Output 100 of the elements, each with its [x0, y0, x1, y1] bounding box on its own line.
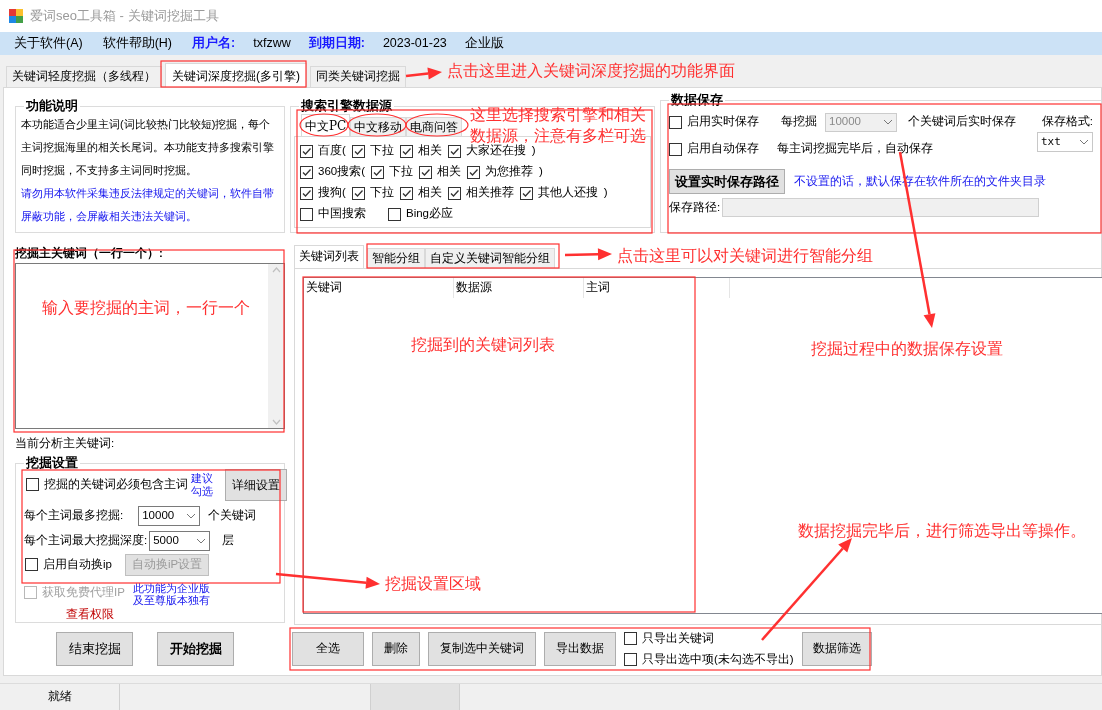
group-title: 功能说明	[24, 98, 80, 114]
column-header[interactable]: 数据源	[454, 278, 584, 298]
menu-item[interactable]: 关于软件(A)	[14, 34, 83, 53]
checkbox[interactable]	[467, 165, 481, 179]
checkbox-label: 挖掘的关键词必须包含主词	[44, 477, 188, 493]
checkbox-label: 相关推荐	[465, 185, 514, 201]
checkbox[interactable]	[300, 144, 313, 158]
unit-label: 层	[222, 533, 235, 549]
field-label: 每主词挖掘完毕后，自动保存	[777, 141, 933, 157]
tab[interactable]: 关键词列表	[294, 245, 364, 268]
checkbox[interactable]	[669, 142, 682, 156]
link[interactable]: 查看权限	[66, 606, 114, 622]
column-header[interactable]: 主词	[584, 278, 730, 298]
checkbox-label: 相关	[417, 185, 442, 201]
checkbox-label: 获取免费代理IP	[42, 585, 125, 600]
bracket-text: )	[603, 185, 608, 201]
checkbox-label: 下拉	[369, 143, 394, 159]
button[interactable]: 设置实时保存路径	[669, 169, 785, 194]
checkbox[interactable]	[371, 165, 385, 179]
annotation-text: 挖掘过程中的数据保存设置	[811, 339, 1003, 359]
field-label: 每个主词最多挖掘:	[24, 508, 124, 524]
field-label: 挖掘主关键词（一行一个）:	[15, 245, 164, 261]
app-icon	[8, 8, 24, 24]
menu-item[interactable]: 软件帮助(H)	[102, 34, 173, 53]
annotation-text: 这里选择搜索引擎和相关数据源，注意有多栏可选	[470, 105, 647, 145]
checkbox[interactable]	[399, 144, 413, 158]
checkbox-label: 相关	[417, 143, 442, 159]
field-label: 每个主词最大挖掘深度:	[24, 533, 148, 549]
tab[interactable]: 智能分组	[367, 248, 425, 268]
bracket-text: )	[531, 143, 536, 159]
checkbox-label: 其他人还搜	[537, 185, 598, 201]
checkbox-label: 启用自动换ip	[43, 556, 112, 572]
chevron-icon	[883, 119, 893, 125]
dropdown[interactable]: 10000	[138, 505, 201, 526]
field-label: 每挖掘	[781, 114, 817, 130]
annotation-text: 挖掘设置区域	[385, 574, 481, 594]
checkbox[interactable]	[26, 478, 39, 492]
annotation-text: 点击这里可以对关键词进行智能分组	[617, 246, 873, 266]
annotation-ellipse	[347, 113, 407, 137]
button[interactable]: 结束挖掘	[56, 632, 133, 666]
checkbox[interactable]	[669, 115, 682, 129]
checkbox[interactable]	[519, 186, 533, 200]
checkbox-label: 下拉	[369, 185, 394, 201]
tab[interactable]: 同类关键词挖掘	[310, 66, 406, 87]
field-value: txfzww	[253, 35, 291, 53]
checkbox[interactable]	[419, 165, 433, 179]
annotation-ellipse	[405, 113, 469, 137]
status-text: 就绪	[0, 684, 120, 710]
checkbox[interactable]	[300, 165, 313, 179]
chevron-icon	[186, 512, 197, 519]
window-title: 爱词seo工具箱 - 关键词挖掘工具	[30, 7, 219, 26]
dropdown[interactable]: 5000	[149, 530, 211, 551]
annotation-text: 数据挖掘完毕后，进行筛选导出等操作。	[798, 521, 1086, 541]
button[interactable]: 详细设置	[225, 468, 287, 501]
button[interactable]: 全选	[292, 632, 364, 666]
checkbox[interactable]	[447, 144, 461, 158]
button[interactable]: 复制选中关键词	[428, 632, 536, 666]
checkbox[interactable]	[624, 652, 637, 666]
checkbox[interactable]	[388, 207, 401, 221]
button[interactable]: 开始挖掘	[157, 632, 234, 666]
checkbox[interactable]	[351, 186, 365, 200]
checkbox-label: 启用实时保存	[687, 114, 759, 130]
dropdown[interactable]: txt	[1037, 132, 1093, 152]
checkbox-label: 搜狗(	[318, 185, 346, 201]
field-label: 当前分析主关键词:	[15, 436, 116, 451]
bracket-text: )	[539, 164, 543, 180]
edition-label: 企业版	[464, 35, 504, 53]
column-header[interactable]: 关键词	[304, 278, 454, 298]
annotation-arrow	[564, 248, 612, 261]
tab[interactable]: 自定义关键词智能分组	[425, 248, 555, 268]
checkbox-label: 只导出选中项(未勾选不导出)	[642, 651, 794, 667]
checkbox-label: 启用自动保存	[687, 141, 759, 157]
button[interactable]: 导出数据	[544, 632, 616, 666]
checkbox[interactable]	[399, 186, 413, 200]
annotation-arrow	[405, 67, 442, 80]
field-label: 保存格式:	[1041, 114, 1093, 130]
field-label: 用户名:	[192, 35, 236, 53]
button[interactable]: 删除	[372, 632, 420, 666]
checkbox[interactable]	[300, 186, 313, 200]
input-field[interactable]	[722, 198, 1040, 217]
field-label: 个关键词后实时保存	[908, 114, 1016, 130]
button[interactable]: 数据筛选	[801, 632, 872, 666]
tab[interactable]: 关键词轻度挖掘（多线程）	[6, 66, 162, 87]
checkbox[interactable]	[300, 207, 313, 221]
checkbox-label: 百度(	[318, 143, 346, 159]
unit-label: 个关键词	[208, 508, 257, 524]
checkbox[interactable]	[447, 186, 461, 200]
annotation-text: 点击这里进入关键词深度挖掘的功能界面	[447, 61, 735, 81]
checkbox-label: 相关	[437, 164, 462, 180]
checkbox-label: 下拉	[389, 164, 414, 180]
annotation-text: 挖掘到的关键词列表	[411, 335, 555, 355]
checkbox-label: 只导出关键词	[642, 631, 714, 647]
description-text: 本功能适合少里主词(词比较热门比较短)挖掘，每个主词挖掘海里的相关长尾词。本功能支持多搜索引擎同时挖掘，不支持多主词同时挖掘。	[21, 117, 275, 178]
checkbox[interactable]	[624, 632, 637, 646]
checkbox-label: 中国搜索	[318, 206, 366, 222]
checkbox[interactable]	[25, 558, 38, 571]
checkbox-label: 为您推荐	[485, 164, 534, 180]
checkbox[interactable]	[351, 144, 365, 158]
link[interactable]: 建议勾选	[191, 471, 221, 498]
tab[interactable]: 关键词深度挖掘(多引擎)	[165, 63, 307, 87]
